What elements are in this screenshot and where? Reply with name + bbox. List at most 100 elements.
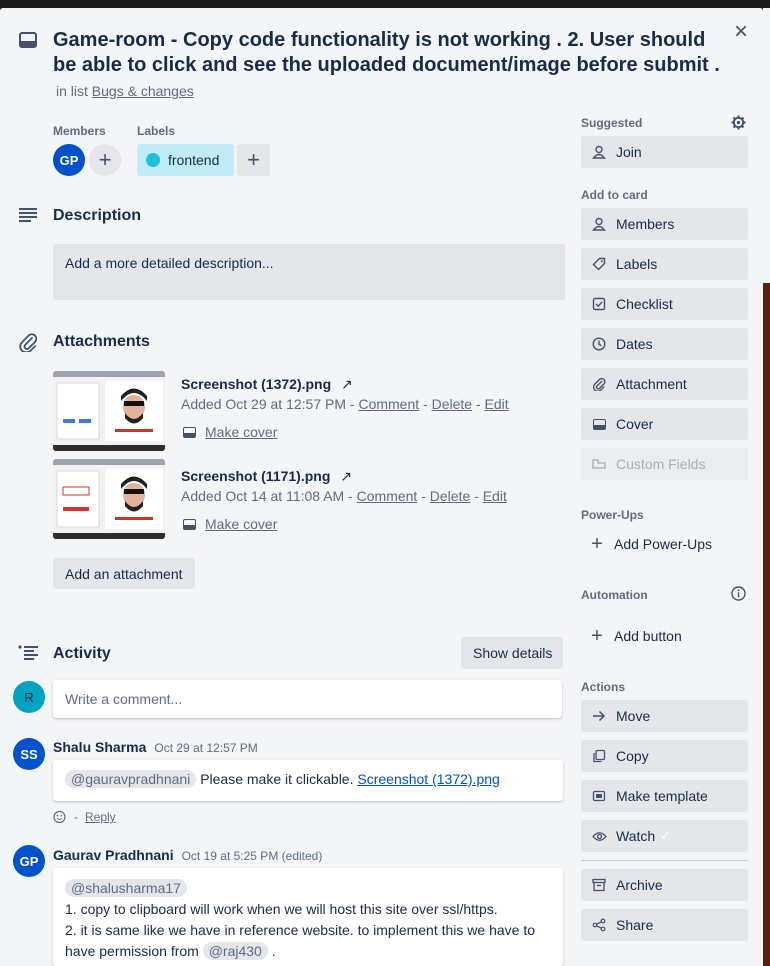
comment-time[interactable]: Oct 19 at 5:25 PM (edited) — [182, 849, 323, 863]
attachment-delete-link[interactable]: Delete — [430, 488, 470, 504]
mention-chip[interactable]: @raj430 — [202, 942, 268, 960]
external-link-icon[interactable]: ↗ — [340, 468, 352, 484]
dates-button-label: Dates — [616, 336, 653, 352]
checklist-button-label: Checklist — [616, 296, 673, 312]
external-link-icon[interactable]: ↗ — [341, 376, 353, 392]
comment-line-end: . — [271, 943, 276, 959]
plus-icon: + — [591, 532, 603, 555]
add-automation-button[interactable]: + Add button — [581, 620, 748, 652]
paperclip-icon — [591, 376, 607, 392]
attachment-comment-link[interactable]: Comment — [357, 488, 418, 504]
label-chip-frontend[interactable]: frontend — [137, 144, 234, 176]
comment-header: Shalu Sharma Oct 29 at 12:57 PM — [53, 739, 258, 755]
attachment-name[interactable]: Screenshot (1372).png ↗ — [181, 376, 353, 393]
comment-time[interactable]: Oct 29 at 12:57 PM — [154, 741, 257, 755]
add-powerups-button[interactable]: + Add Power-Ups — [581, 528, 748, 560]
labels-button[interactable]: Labels — [581, 248, 748, 280]
add-attachment-button[interactable]: Add an attachment — [53, 558, 195, 589]
comment-attachment-link[interactable]: Screenshot (1372).png — [357, 771, 499, 787]
arrow-right-icon — [591, 708, 607, 724]
in-list-prefix: in list — [56, 83, 88, 99]
attachment-thumbnail[interactable] — [53, 459, 165, 539]
add-member-button[interactable]: + — [89, 144, 121, 176]
attachment-name-text: Screenshot (1372).png — [181, 376, 332, 392]
gear-icon[interactable] — [731, 115, 746, 130]
check-icon: ✓ — [660, 828, 672, 843]
tag-icon — [591, 256, 607, 272]
cover-button-label: Cover — [616, 416, 654, 432]
cover-icon — [591, 416, 607, 432]
suggested-label: Suggested — [581, 116, 643, 130]
member-avatar[interactable]: GP — [53, 144, 85, 176]
checkbox-icon — [591, 296, 607, 312]
move-button[interactable]: Move — [581, 700, 748, 732]
attachment-edit-link[interactable]: Edit — [485, 396, 509, 412]
close-icon[interactable]: × — [731, 20, 751, 44]
attachment-name-text: Screenshot (1171).png — [181, 468, 331, 484]
label-color-dot — [146, 153, 160, 167]
attachments-heading: Attachments — [53, 333, 150, 350]
powerups-label: Power-Ups — [581, 508, 644, 522]
mention-chip[interactable]: @gauravpradhnani — [65, 770, 197, 788]
description-heading: Description — [53, 207, 142, 224]
move-button-label: Move — [616, 708, 651, 724]
share-button[interactable]: Share — [581, 909, 748, 941]
board-background-strip — [763, 8, 770, 966]
archive-button[interactable]: Archive — [581, 869, 748, 901]
copy-icon — [591, 748, 607, 764]
add-label-button[interactable]: + — [237, 144, 270, 176]
reply-link[interactable]: Reply — [85, 810, 116, 824]
paperclip-icon — [19, 333, 37, 352]
attachment-button[interactable]: Attachment — [581, 368, 748, 400]
mention-chip[interactable]: @shalusharma17 — [65, 879, 187, 897]
description-input[interactable]: Add a more detailed description... — [53, 244, 565, 300]
cover-button[interactable]: Cover — [581, 408, 748, 440]
attachment-name[interactable]: Screenshot (1171).png ↗ — [181, 468, 352, 485]
attachment-comment-link[interactable]: Comment — [358, 396, 419, 412]
add-automation-label: Add button — [614, 628, 682, 644]
show-details-button[interactable]: Show details — [461, 637, 563, 669]
attachment-added-date: Added Oct 14 at 11:08 AM — [181, 488, 345, 504]
comment-input[interactable]: Write a comment... — [53, 680, 562, 718]
card-detail-window: Game-room - Copy code functionality is n… — [0, 8, 763, 966]
comment-text: Please make it clickable. — [200, 771, 354, 787]
cover-icon — [183, 426, 196, 438]
comment-author-avatar[interactable]: GP — [13, 845, 45, 877]
list-link[interactable]: Bugs & changes — [92, 83, 194, 99]
custom-fields-button[interactable]: Custom Fields — [581, 448, 748, 480]
make-cover-text: Make cover — [205, 424, 278, 440]
watch-button-label: Watch — [616, 828, 656, 844]
attachment-thumbnail[interactable] — [53, 371, 165, 451]
attachment-button-label: Attachment — [616, 376, 687, 392]
comment-author-avatar[interactable]: SS — [13, 738, 45, 770]
comment-author[interactable]: Gaurav Pradhnani — [53, 847, 174, 863]
attachment-meta: Added Oct 29 at 12:57 PM - Comment - Del… — [181, 396, 509, 412]
members-button[interactable]: Members — [581, 208, 748, 240]
watch-button[interactable]: Watch ✓ — [581, 820, 748, 852]
info-icon[interactable] — [731, 586, 746, 601]
emoji-reaction-icon[interactable] — [53, 810, 67, 824]
current-user-avatar[interactable]: R — [13, 681, 45, 713]
copy-button[interactable]: Copy — [581, 740, 748, 772]
card-title[interactable]: Game-room - Copy code functionality is n… — [53, 28, 723, 78]
comment-line: have permission from — [65, 943, 199, 959]
make-cover-link[interactable]: Make cover — [183, 516, 277, 532]
sidebar-divider — [581, 860, 748, 861]
comment-actions: - Reply — [53, 810, 116, 824]
comment-author[interactable]: Shalu Sharma — [53, 739, 146, 755]
comment-header: Gaurav Pradhnani Oct 19 at 5:25 PM (edit… — [53, 847, 322, 863]
make-cover-link[interactable]: Make cover — [183, 424, 277, 440]
checklist-button[interactable]: Checklist — [581, 288, 748, 320]
attachment-delete-link[interactable]: Delete — [432, 396, 472, 412]
custom-fields-icon — [591, 456, 607, 472]
automation-label: Automation — [581, 588, 648, 602]
card-icon — [19, 32, 37, 48]
clock-icon — [591, 336, 607, 352]
join-button[interactable]: Join — [581, 136, 748, 168]
make-template-button[interactable]: Make template — [581, 780, 748, 812]
dates-button[interactable]: Dates — [581, 328, 748, 360]
label-name: frontend — [168, 152, 220, 168]
template-icon — [591, 788, 607, 804]
attachment-edit-link[interactable]: Edit — [483, 488, 507, 504]
add-to-card-label: Add to card — [581, 188, 648, 202]
